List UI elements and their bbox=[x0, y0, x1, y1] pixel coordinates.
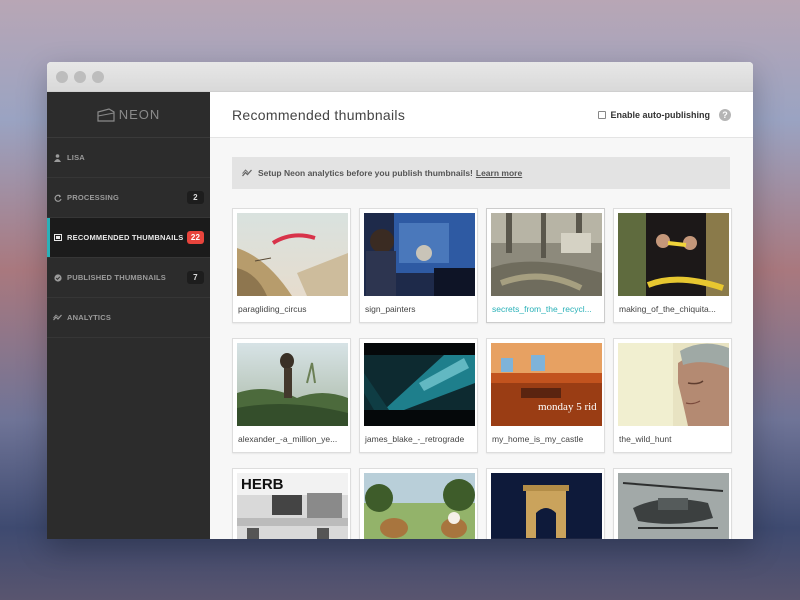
thumbnail-image[interactable] bbox=[237, 213, 348, 296]
thumbnail-image[interactable] bbox=[364, 473, 475, 539]
sidebar: NEON LISA PROCESSING 2 RECOMMENDED THUMB… bbox=[47, 92, 210, 539]
sidebar-item-label: LISA bbox=[67, 153, 85, 162]
notice-text: Setup Neon analytics before you publish … bbox=[258, 168, 473, 178]
thumbnail-card[interactable]: james_blake_-_retrograde bbox=[359, 338, 478, 453]
thumbnail-card[interactable]: making_of_the_chiquita... bbox=[613, 208, 732, 323]
count-badge: 2 bbox=[187, 191, 204, 204]
minimize-window-button[interactable] bbox=[74, 70, 86, 83]
thumbnail-card[interactable]: the_wild_hunt bbox=[613, 338, 732, 453]
thumbnail-card[interactable] bbox=[486, 468, 605, 539]
sidebar-item-processing[interactable]: PROCESSING 2 bbox=[47, 178, 210, 218]
sidebar-item-label: RECOMMENDED THUMBNAILS bbox=[67, 233, 184, 242]
thumbnail-image[interactable]: HERB bbox=[237, 473, 348, 539]
title-bar bbox=[47, 62, 753, 92]
auto-publish-toggle[interactable]: Enable auto-publishing bbox=[597, 109, 711, 120]
analytics-notice: Setup Neon analytics before you publish … bbox=[232, 157, 730, 189]
thumbnail-image[interactable] bbox=[618, 213, 729, 296]
thumbnail-card[interactable]: monday 5 rid my_home_is_my_castle bbox=[486, 338, 605, 453]
thumbnail-label: paragliding_circus bbox=[238, 304, 307, 314]
analytics-icon bbox=[242, 169, 252, 177]
refresh-icon bbox=[53, 193, 62, 202]
thumbnail-label: making_of_the_chiquita... bbox=[619, 304, 716, 314]
thumbnail-image[interactable]: monday 5 rid bbox=[491, 343, 602, 426]
sidebar-item-label: PROCESSING bbox=[67, 193, 120, 202]
thumbnail-label: secrets_from_the_recycl... bbox=[492, 304, 592, 314]
analytics-icon bbox=[53, 313, 62, 322]
thumbnail-image[interactable] bbox=[237, 343, 348, 426]
help-icon[interactable]: ? bbox=[719, 108, 731, 121]
image-icon bbox=[53, 233, 62, 242]
thumbnail-card[interactable]: alexander_-a_million_ye... bbox=[232, 338, 351, 453]
app-window: NEON LISA PROCESSING 2 RECOMMENDED THUMB… bbox=[47, 62, 753, 539]
thumbnail-card[interactable]: HERB bbox=[232, 468, 351, 539]
auto-publish-label: Enable auto-publishing bbox=[610, 109, 711, 120]
thumbnail-overlay-text: monday 5 rid bbox=[538, 401, 597, 413]
zoom-window-button[interactable] bbox=[92, 70, 104, 83]
thumbnail-card[interactable] bbox=[613, 468, 732, 539]
brand-logo[interactable]: NEON bbox=[47, 92, 210, 138]
thumbnail-image[interactable] bbox=[491, 213, 602, 296]
main-content: Recommended thumbnails Enable auto-publi… bbox=[210, 92, 753, 539]
thumbnail-card[interactable]: paragliding_circus bbox=[232, 208, 351, 323]
thumbnail-label: james_blake_-_retrograde bbox=[365, 434, 465, 444]
brand-name: NEON bbox=[118, 107, 161, 122]
sidebar-item-lisa[interactable]: LISA bbox=[47, 138, 210, 178]
thumbnail-label: sign_painters bbox=[365, 304, 416, 314]
count-badge: 7 bbox=[187, 271, 204, 284]
thumbnail-image[interactable] bbox=[491, 473, 602, 539]
thumbnail-grid: paragliding_circus sign_painters secrets… bbox=[232, 208, 732, 539]
thumbnail-label: my_home_is_my_castle bbox=[492, 434, 584, 444]
sidebar-item-label: ANALYTICS bbox=[67, 313, 112, 322]
sidebar-item-label: PUBLISHED THUMBNAILS bbox=[67, 273, 166, 282]
auto-publish-checkbox[interactable] bbox=[597, 110, 606, 119]
user-icon bbox=[53, 153, 62, 162]
thumbnail-card[interactable] bbox=[359, 468, 478, 539]
thumbnail-image[interactable] bbox=[618, 343, 729, 426]
page-title: Recommended thumbnails bbox=[232, 106, 406, 123]
count-badge: 22 bbox=[187, 231, 204, 244]
check-circle-icon bbox=[53, 273, 62, 282]
close-window-button[interactable] bbox=[56, 70, 68, 83]
page-header: Recommended thumbnails Enable auto-publi… bbox=[210, 92, 753, 138]
thumbnail-overlay-text: HERB bbox=[241, 476, 284, 493]
thumbnail-label: the_wild_hunt bbox=[619, 434, 672, 444]
thumbnail-image[interactable] bbox=[364, 343, 475, 426]
sidebar-item-analytics[interactable]: ANALYTICS bbox=[47, 298, 210, 338]
thumbnail-card[interactable]: secrets_from_the_recycl... bbox=[486, 208, 605, 323]
neon-logo-icon bbox=[97, 107, 115, 122]
thumbnail-card[interactable]: sign_painters bbox=[359, 208, 478, 323]
sidebar-item-published-thumbnails[interactable]: PUBLISHED THUMBNAILS 7 bbox=[47, 258, 210, 298]
thumbnail-image[interactable] bbox=[618, 473, 729, 539]
sidebar-item-recommended-thumbnails[interactable]: RECOMMENDED THUMBNAILS 22 bbox=[47, 218, 210, 258]
thumbnail-image[interactable] bbox=[364, 213, 475, 296]
learn-more-link[interactable]: Learn more bbox=[476, 168, 522, 178]
thumbnail-label: alexander_-a_million_ye... bbox=[238, 434, 338, 444]
